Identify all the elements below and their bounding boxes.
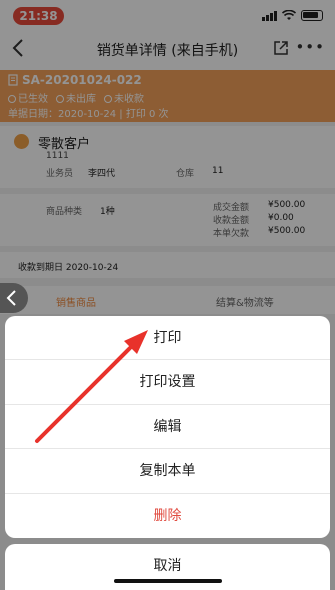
action-sheet-cancel: 取消 [5, 544, 330, 590]
copy-order-button[interactable]: 复制本单 [5, 449, 330, 494]
action-sheet: 打印 打印设置 编辑 复制本单 删除 [5, 316, 330, 538]
home-indicator [114, 579, 222, 583]
delete-button[interactable]: 删除 [5, 494, 330, 538]
print-settings-button[interactable]: 打印设置 [5, 360, 330, 405]
edit-button[interactable]: 编辑 [5, 405, 330, 450]
cancel-button[interactable]: 取消 [5, 544, 330, 590]
print-button[interactable]: 打印 [5, 316, 330, 361]
chevron-left-icon [6, 290, 16, 306]
